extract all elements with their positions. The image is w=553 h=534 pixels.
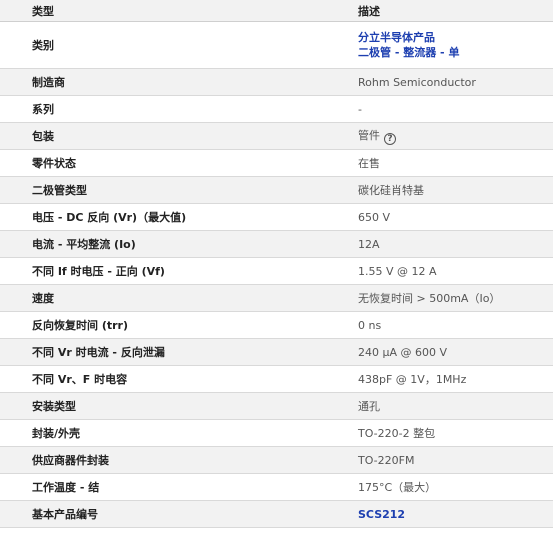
row-label: 封装/外壳: [32, 427, 81, 440]
row-value: Rohm Semiconductor: [358, 75, 476, 89]
table-row: 反向恢复时间 (trr) 0 ns: [0, 312, 553, 339]
row-value: 无恢复时间 > 500mA（Io）: [358, 292, 501, 305]
table-row: 包装 管件?: [0, 123, 553, 150]
row-value: 0 ns: [358, 318, 382, 332]
table-row: 制造商 Rohm Semiconductor: [0, 69, 553, 96]
table-row: 系列 -: [0, 96, 553, 123]
table-row: 基本产品编号 SCS212: [0, 501, 553, 528]
table-row: 封装/外壳 TO-220-2 整包: [0, 420, 553, 447]
row-label: 制造商: [32, 76, 65, 89]
row-value: TO-220-2 整包: [358, 427, 436, 440]
table-row: 二极管类型 碳化硅肖特基: [0, 177, 553, 204]
base-part-number-cell: SCS212: [326, 508, 553, 521]
row-value: TO-220FM: [358, 453, 415, 467]
row-label: 不同 If 时电压 - 正向 (Vf): [32, 265, 165, 278]
table-row: 电压 - DC 反向 (Vr)（最大值) 650 V: [0, 204, 553, 231]
table-row-category: 类别 分立半导体产品 二极管 - 整流器 - 单: [0, 22, 553, 69]
row-value: 碳化硅肖特基: [358, 184, 424, 197]
question-circle-icon[interactable]: ?: [384, 133, 396, 145]
row-label: 基本产品编号: [32, 508, 98, 521]
row-label: 工作温度 - 结: [32, 481, 100, 494]
table-row: 零件状态 在售: [0, 150, 553, 177]
row-value: 1.55 V @ 12 A: [358, 264, 437, 278]
table-row: 电流 - 平均整流 (Io) 12A: [0, 231, 553, 258]
row-label: 类别: [32, 39, 54, 52]
row-label: 包装: [32, 130, 54, 143]
row-value: -: [358, 102, 362, 116]
row-label: 不同 Vr、F 时电容: [32, 373, 128, 386]
row-label: 供应商器件封装: [32, 454, 109, 467]
row-value: 通孔: [358, 400, 380, 413]
row-value: 管件: [358, 129, 380, 142]
row-value: 240 µA @ 600 V: [358, 345, 448, 359]
table-row: 供应商器件封装 TO-220FM: [0, 447, 553, 474]
row-value: 175°C（最大）: [358, 481, 437, 494]
row-label: 电流 - 平均整流 (Io): [32, 238, 136, 251]
row-value: 12A: [358, 237, 380, 251]
row-label: 零件状态: [32, 157, 76, 170]
row-value: 650 V: [358, 210, 391, 224]
row-label: 二极管类型: [32, 184, 87, 197]
row-label: 速度: [32, 292, 54, 305]
header-type: 类型: [32, 4, 54, 18]
specs-table: 类型 描述 类别 分立半导体产品 二极管 - 整流器 - 单 制造商 Rohm …: [0, 0, 553, 528]
packaging-value: 管件?: [326, 127, 553, 145]
category-link-discrete[interactable]: 分立半导体产品: [358, 31, 435, 44]
table-row: 工作温度 - 结 175°C（最大）: [0, 474, 553, 501]
table-row: 速度 无恢复时间 > 500mA（Io）: [0, 285, 553, 312]
row-value: 438pF @ 1V，1MHz: [358, 373, 467, 386]
base-part-number-link[interactable]: SCS212: [358, 508, 405, 521]
row-label: 系列: [32, 103, 54, 116]
table-row: 不同 If 时电压 - 正向 (Vf) 1.55 V @ 12 A: [0, 258, 553, 285]
table-header: 类型 描述: [0, 0, 553, 22]
table-row: 不同 Vr、F 时电容 438pF @ 1V，1MHz: [0, 366, 553, 393]
row-label: 安装类型: [32, 400, 76, 413]
table-row: 安装类型 通孔: [0, 393, 553, 420]
row-label: 反向恢复时间 (trr): [32, 319, 128, 332]
table-row: 不同 Vr 时电流 - 反向泄漏 240 µA @ 600 V: [0, 339, 553, 366]
row-label: 不同 Vr 时电流 - 反向泄漏: [32, 346, 165, 359]
row-label: 电压 - DC 反向 (Vr)（最大值): [32, 211, 187, 224]
category-link-rectifier[interactable]: 二极管 - 整流器 - 单: [358, 46, 459, 59]
category-value: 分立半导体产品 二极管 - 整流器 - 单: [326, 30, 553, 60]
row-value: 在售: [358, 157, 380, 170]
header-description: 描述: [358, 4, 380, 18]
